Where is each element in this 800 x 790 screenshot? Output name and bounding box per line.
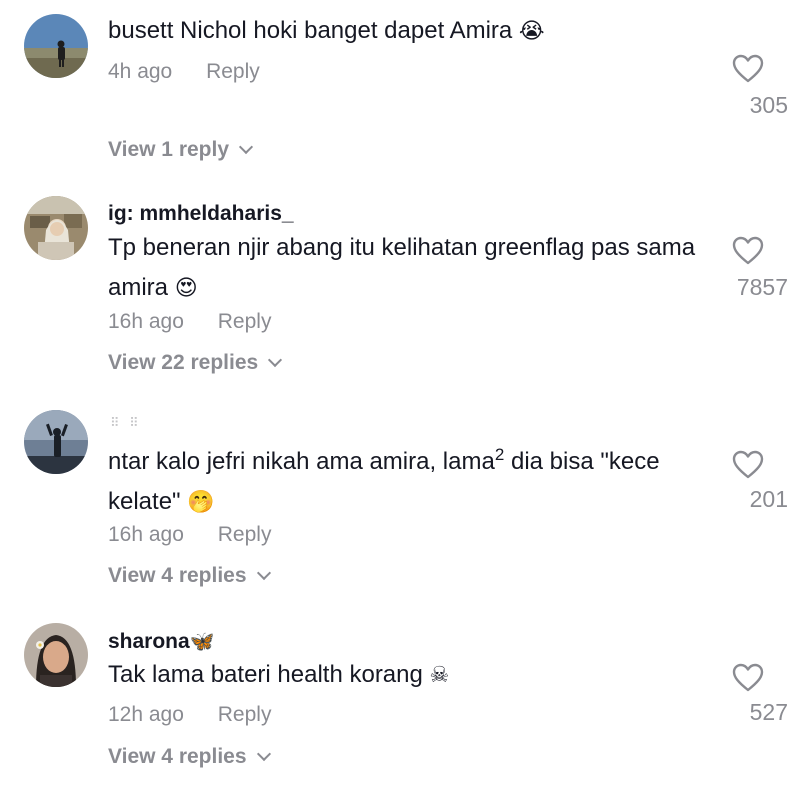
comment-time: 16h ago <box>108 523 184 546</box>
view-replies-button[interactable]: View 1 reply <box>108 138 254 162</box>
avatar[interactable] <box>24 410 88 474</box>
like-button[interactable]: 7857 <box>708 236 788 300</box>
comment-time: 12h ago <box>108 703 184 726</box>
chevron-down-icon <box>268 352 283 368</box>
like-button[interactable]: 201 <box>708 450 788 514</box>
user-label-dots: ⠿ ⠿ <box>110 415 142 430</box>
comment-text: Tp beneran njir abang itu kelihatan gree… <box>108 234 696 301</box>
comment-text: busett Nichol hoki banget dapet Amira 😭 <box>108 17 545 44</box>
comment-meta: 16h ago Reply <box>108 523 271 547</box>
chevron-down-icon <box>238 139 254 155</box>
comment-meta: 12h ago Reply <box>108 703 271 727</box>
avatar[interactable] <box>24 623 88 687</box>
comment-time: 4h ago <box>108 60 173 83</box>
butterfly-emoji: 🦋 <box>189 631 215 653</box>
skull-crossbones-emoji: ☠ <box>429 663 450 688</box>
view-replies-button[interactable]: View 22 replies <box>108 351 283 375</box>
comment-text: ntar kalo jefri nikah ama amira, lama2 d… <box>108 445 660 515</box>
heart-eyes-emoji: 😍 <box>174 276 198 301</box>
username[interactable]: ig: mmheldaharis_ <box>108 202 294 226</box>
comment-text: Tak lama bateri health korang ☠ <box>108 661 450 688</box>
like-button[interactable]: 305 <box>708 54 788 118</box>
heart-outline-icon[interactable] <box>732 663 764 693</box>
comment-time: 16h ago <box>108 310 184 333</box>
comment-item: ⠿ ⠿ ntar kalo jefri nikah ama amira, lam… <box>0 405 800 600</box>
comment-meta: 16h ago Reply <box>108 310 271 334</box>
heart-outline-icon[interactable] <box>732 54 764 84</box>
crying-face-emoji: 😭 <box>518 19 545 44</box>
avatar[interactable] <box>24 196 88 260</box>
username[interactable]: sharona🦋 <box>108 629 215 654</box>
view-replies-button[interactable]: View 4 replies <box>108 564 271 588</box>
avatar[interactable] <box>24 14 88 78</box>
like-count: 527 <box>749 699 788 725</box>
hand-over-mouth-emoji: 🤭 <box>187 490 215 515</box>
reply-button[interactable]: Reply <box>218 310 272 333</box>
reply-button[interactable]: Reply <box>218 703 272 726</box>
chevron-down-icon <box>256 746 271 762</box>
like-count: 305 <box>749 92 788 118</box>
comment-meta: 4h ago Reply <box>108 60 260 84</box>
like-count: 7857 <box>736 274 788 300</box>
comment-item: sharona🦋 Tak lama bateri health korang ☠… <box>0 615 800 790</box>
reply-button[interactable]: Reply <box>206 60 260 83</box>
comment-item: busett Nichol hoki banget dapet Amira 😭 … <box>0 0 800 180</box>
reply-button[interactable]: Reply <box>218 523 272 546</box>
like-count: 201 <box>749 486 788 512</box>
like-button[interactable]: 527 <box>708 663 788 727</box>
heart-outline-icon[interactable] <box>732 450 764 480</box>
chevron-down-icon <box>256 565 271 581</box>
view-replies-button[interactable]: View 4 replies <box>108 745 271 769</box>
heart-outline-icon[interactable] <box>732 236 764 266</box>
comment-item: ig: mmheldaharis_ Tp beneran njir abang … <box>0 190 800 390</box>
